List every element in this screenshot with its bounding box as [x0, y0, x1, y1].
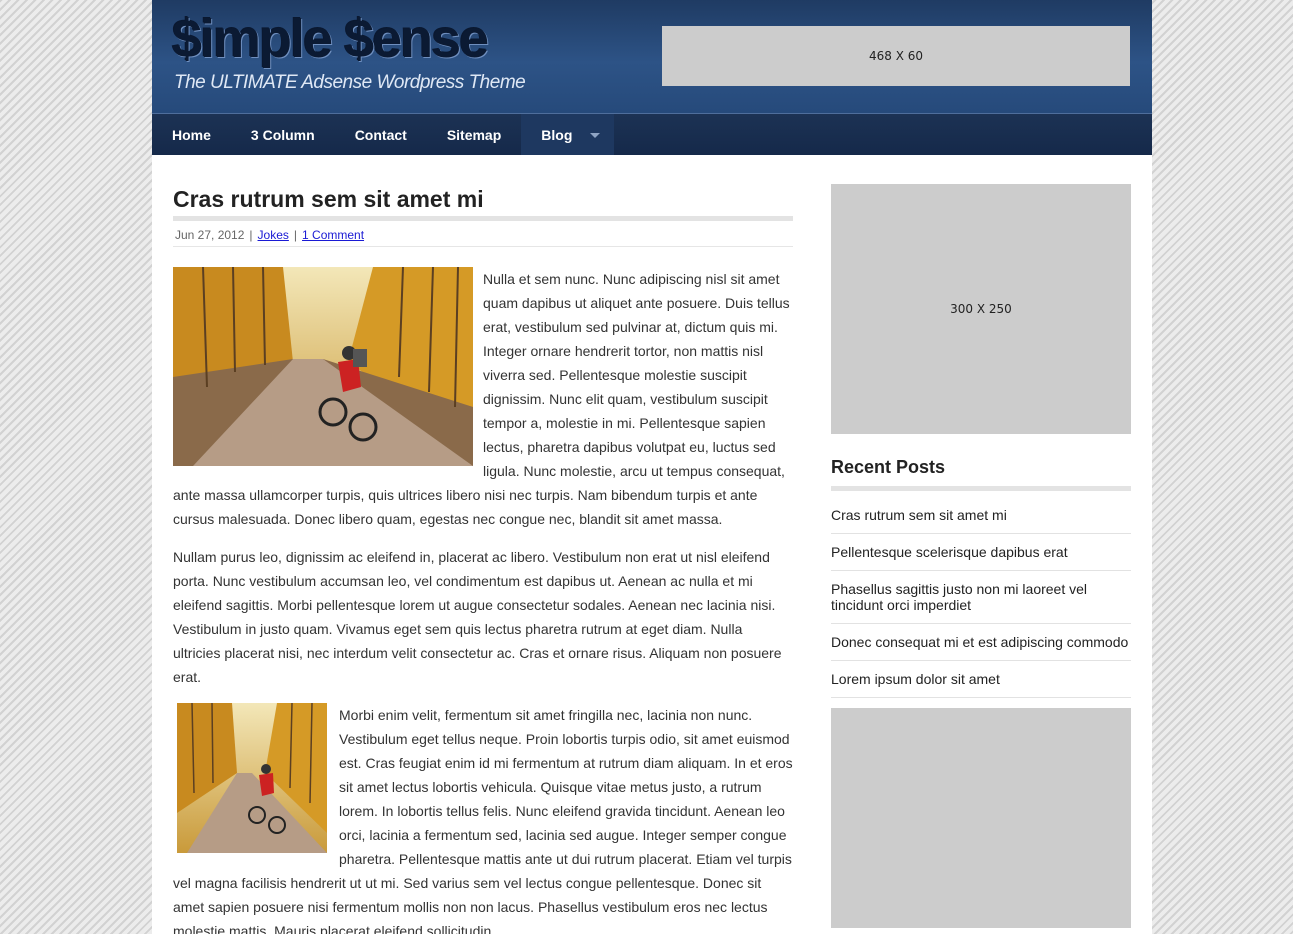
- nav-item-blog[interactable]: Blog: [521, 114, 615, 155]
- nav-item-home[interactable]: Home: [152, 114, 231, 155]
- square-ad-300x250[interactable]: 300 X 250: [831, 184, 1131, 434]
- post-title[interactable]: Cras rutrum sem sit amet mi: [173, 184, 793, 214]
- nav-item-blog-label: Blog: [541, 126, 573, 143]
- page-wrapper: $imple $ense The ULTIMATE Adsense Wordpr…: [152, 0, 1152, 934]
- site-logo[interactable]: $imple $ense: [172, 8, 489, 70]
- ad-slot-right[interactable]: [981, 708, 1131, 928]
- site-tagline: The ULTIMATE Adsense Wordpress Theme: [174, 72, 526, 93]
- post-image-cyclist-large: [173, 267, 473, 466]
- site-header: $imple $ense The ULTIMATE Adsense Wordpr…: [152, 0, 1152, 113]
- recent-post-link[interactable]: Phasellus sagittis justo non mi laoreet …: [831, 581, 1131, 624]
- meta-separator: |: [249, 228, 253, 242]
- ad-slot-left[interactable]: [831, 708, 981, 928]
- recent-posts-list: Cras rutrum sem sit amet mi Pellentesque…: [831, 507, 1131, 698]
- recent-posts-divider: [831, 486, 1131, 491]
- nav-item-contact[interactable]: Contact: [335, 114, 427, 155]
- post-image-cyclist-small: [177, 703, 327, 853]
- banner-ad-468x60[interactable]: 468 X 60: [662, 26, 1130, 86]
- main-nav: Home 3 Column Contact Sitemap Blog: [152, 113, 1152, 155]
- nav-item-sitemap[interactable]: Sitemap: [427, 114, 521, 155]
- meta-separator: |: [293, 228, 298, 242]
- nav-item-3-column[interactable]: 3 Column: [231, 114, 335, 155]
- recent-post-link[interactable]: Cras rutrum sem sit amet mi: [831, 507, 1131, 534]
- post-date: Jun 27, 2012: [175, 228, 245, 242]
- recent-post-link[interactable]: Donec consequat mi et est adipiscing com…: [831, 634, 1131, 661]
- main-content: Cras rutrum sem sit amet mi Jun 27, 2012…: [173, 184, 793, 934]
- post-category-link[interactable]: Jokes: [258, 228, 289, 242]
- recent-posts-title: Recent Posts: [831, 457, 946, 477]
- sidebar: 300 X 250 Recent Posts Cras rutrum sem s…: [831, 184, 1131, 928]
- chevron-down-icon: [590, 133, 601, 138]
- post-meta: Jun 27, 2012 | Jokes | 1 Comment: [173, 221, 793, 247]
- recent-post-link[interactable]: Lorem ipsum dolor sit amet: [831, 671, 1131, 698]
- post-comments-link[interactable]: 1 Comment: [302, 228, 364, 242]
- recent-post-link[interactable]: Pellentesque scelerisque dapibus erat: [831, 544, 1131, 571]
- post-body: Nulla et sem nunc. Nunc adipiscing nisl …: [173, 267, 793, 934]
- skyscraper-ads: [831, 708, 1131, 928]
- post-paragraph-2: Nullam purus leo, dignissim ac eleifend …: [173, 549, 782, 685]
